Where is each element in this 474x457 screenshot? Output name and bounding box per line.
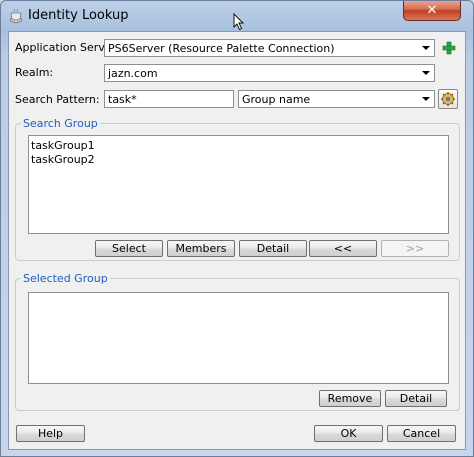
selected-detail-button[interactable]: Detail [385,390,447,407]
lookup-button[interactable] [438,89,458,109]
window-title: Identity Lookup [28,8,129,23]
select-button[interactable]: Select [95,240,163,257]
help-button[interactable]: Help [16,425,85,442]
ok-button[interactable]: OK [314,425,383,442]
selected-group-title: Selected Group [21,272,110,285]
gear-icon [441,92,455,106]
search-pattern-label: Search Pattern: [15,93,100,106]
detail-button[interactable]: Detail [239,240,307,257]
chevron-down-icon [422,46,430,50]
search-group-panel: Search Group taskGroup1 taskGroup2 Selec… [15,117,460,261]
app-server-value: PS6Server (Resource Palette Connection) [108,42,335,55]
move-right-button[interactable]: >> [381,240,449,257]
search-type-select[interactable]: Group name [238,90,435,108]
list-item[interactable]: taskGroup2 [31,153,95,166]
dialog-content: Application Server: PS6Server (Resource … [8,31,466,450]
selected-list[interactable] [28,292,449,384]
close-button[interactable]: ✕ [403,1,461,21]
mouse-pointer-icon [233,13,245,31]
realm-value: jazn.com [108,67,158,80]
move-left-button[interactable]: << [309,240,377,257]
realm-select[interactable]: jazn.com [104,64,435,82]
identity-lookup-dialog: Identity Lookup ✕ Application Server: PS… [0,0,474,457]
search-group-title: Search Group [21,117,100,130]
app-server-select[interactable]: PS6Server (Resource Palette Connection) [104,39,435,57]
cancel-button[interactable]: Cancel [387,425,456,442]
list-item[interactable]: taskGroup1 [31,139,95,152]
realm-label: Realm: [15,66,54,79]
remove-button[interactable]: Remove [319,390,381,407]
search-results-list[interactable]: taskGroup1 taskGroup2 [28,135,449,234]
plus-icon[interactable] [442,41,456,55]
search-pattern-input[interactable] [104,90,234,108]
coffee-cup-icon [9,8,23,23]
chevron-down-icon [422,71,430,75]
title-bar[interactable]: Identity Lookup ✕ [1,1,473,31]
search-type-value: Group name [242,93,311,106]
members-button[interactable]: Members [167,240,235,257]
selected-group-panel: Selected Group Remove Detail [15,272,460,411]
search-pattern-field[interactable] [105,91,233,107]
chevron-down-icon [422,97,430,101]
